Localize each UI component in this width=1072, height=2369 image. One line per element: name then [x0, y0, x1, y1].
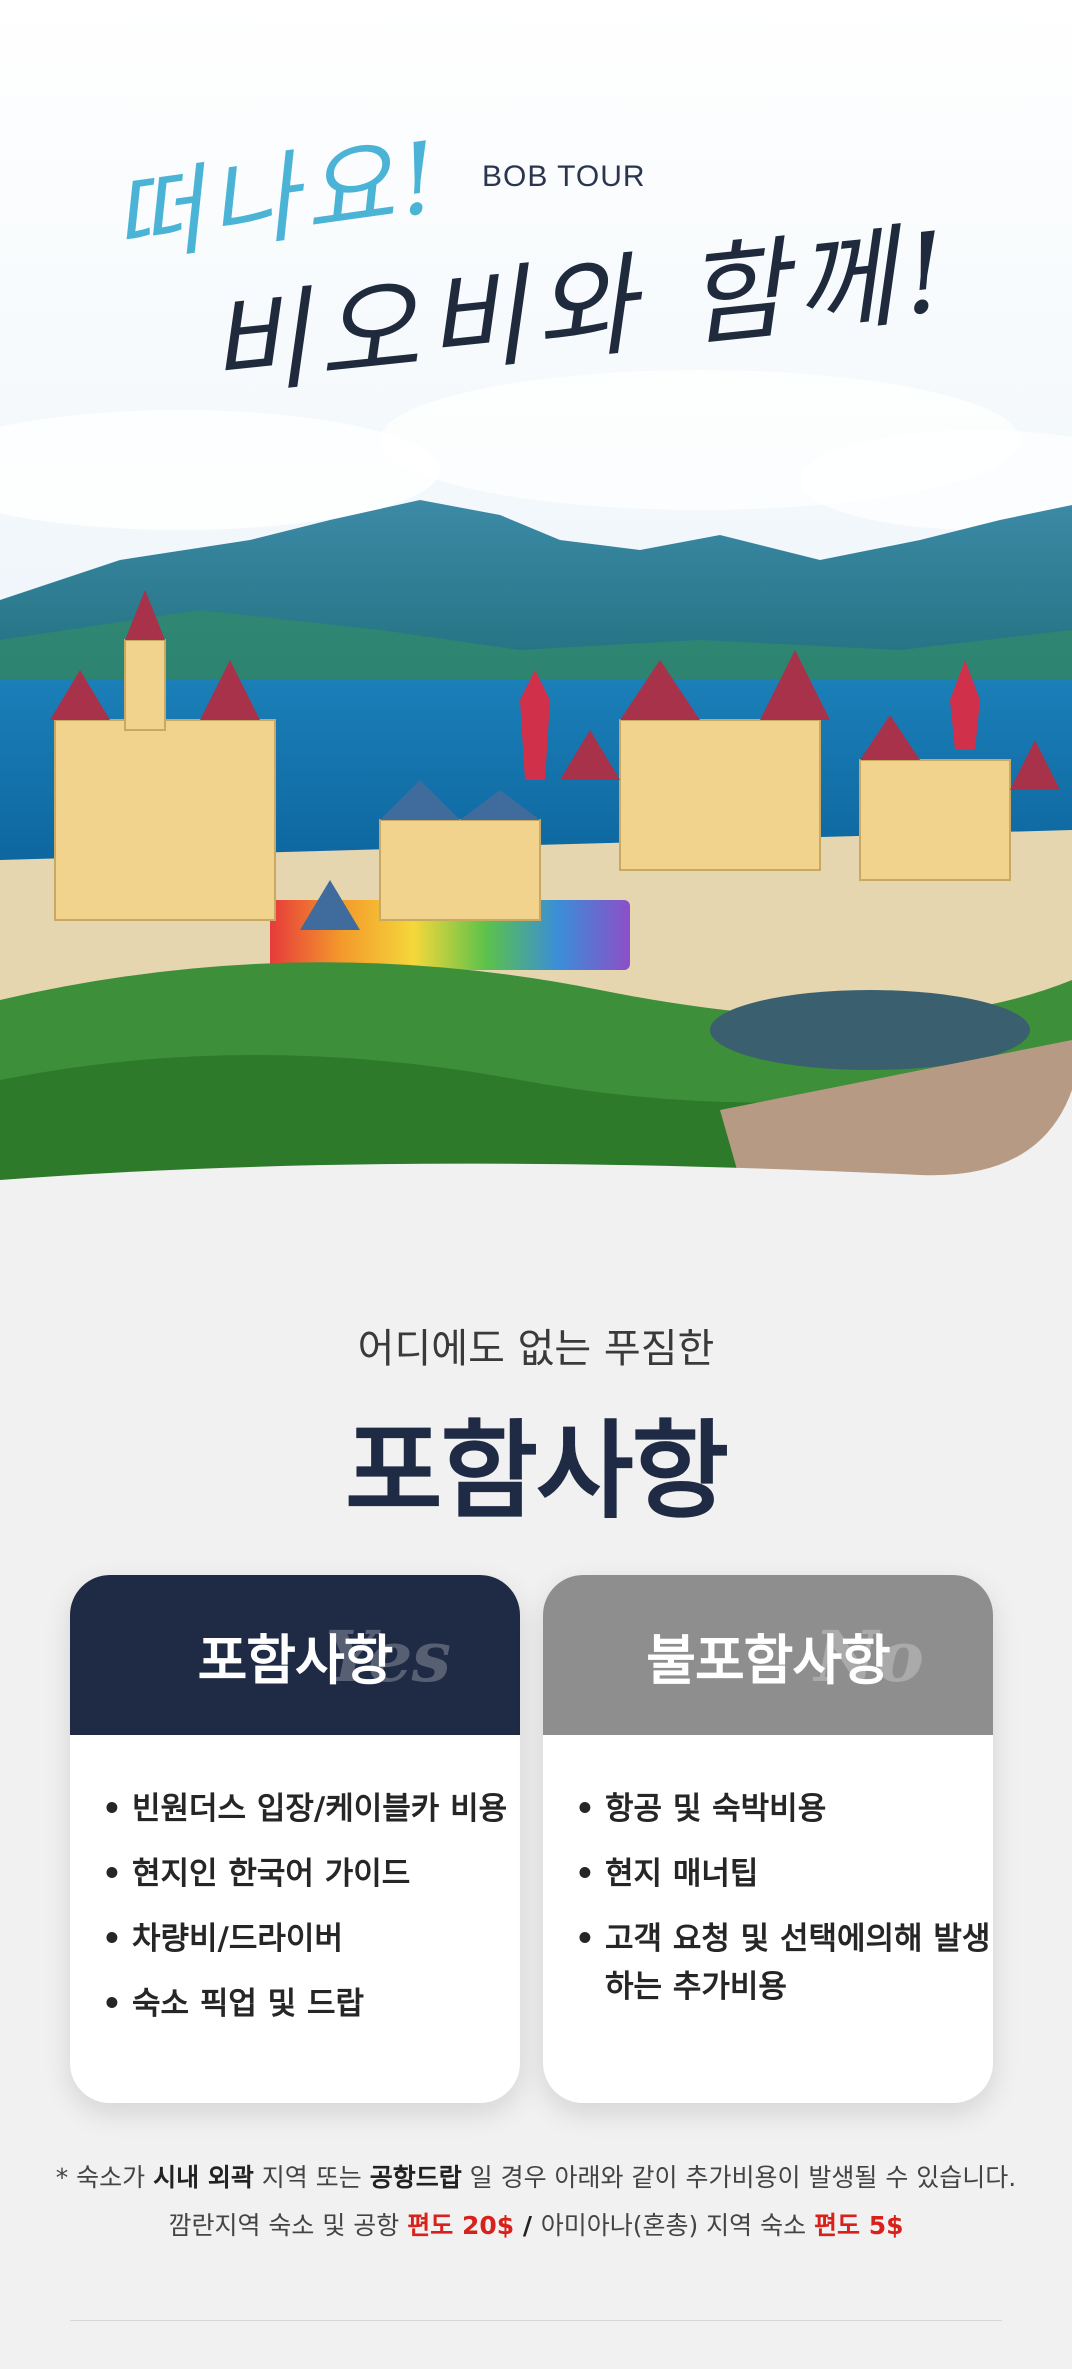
list-item: 항공 및 숙박비용	[575, 1785, 993, 1833]
included-header: Yes 포함사항	[70, 1575, 520, 1735]
included-card: Yes 포함사항 빈원더스 입장/케이블카 비용 현지인 한국어 가이드 차량비…	[70, 1575, 520, 2103]
section-subtitle: 어디에도 없는 푸짐한	[357, 1326, 715, 1372]
divider	[70, 2320, 1002, 2321]
brand-logo: BOB TOUR	[482, 160, 646, 194]
price-highlight: 편도 20$	[407, 2211, 515, 2240]
excluded-header: No 불포함사항	[543, 1575, 993, 1735]
extra-cost-prices: 깜란지역 숙소 및 공항 편도 20$ / 아미아나(혼총) 지역 숙소 편도 …	[0, 2206, 1072, 2242]
list-item: 고객 요청 및 선택에의해 발생하는 추가비용	[575, 1915, 993, 2011]
note-text: 깜란지역 숙소 및 공항	[168, 2211, 408, 2240]
list-item: 차량비/드라이버	[102, 1915, 520, 1963]
list-item: 숙소 픽업 및 드랍	[102, 1980, 520, 2028]
hero-banner: 떠나요! BOB TOUR 비오비와 함께!	[0, 0, 1072, 1245]
price-highlight: 편도 5$	[814, 2211, 904, 2240]
list-item: 현지 매너팁	[575, 1850, 993, 1898]
note-text: * 숙소가	[55, 2163, 154, 2192]
note-highlight: 시내 외곽	[153, 2163, 254, 2192]
included-ghost-text: Yes	[325, 1615, 451, 1698]
note-highlight: 공항드랍	[369, 2163, 462, 2192]
excluded-card: No 불포함사항 항공 및 숙박비용 현지 매너팁 고객 요청 및 선택에의해 …	[543, 1575, 993, 2103]
list-item: 빈원더스 입장/케이블카 비용	[102, 1785, 520, 1833]
note-text: 일 경우 아래와 같이 추가비용이 발생될 수 있습니다.	[461, 2163, 1017, 2192]
list-item: 현지인 한국어 가이드	[102, 1850, 520, 1898]
included-list: 빈원더스 입장/케이블카 비용 현지인 한국어 가이드 차량비/드라이버 숙소 …	[70, 1735, 520, 2028]
note-text: 아미아나(혼총) 지역 숙소	[540, 2211, 815, 2240]
extra-cost-note: * 숙소가 시내 외곽 지역 또는 공항드랍 일 경우 아래와 같이 추가비용이…	[0, 2158, 1072, 2194]
excluded-list: 항공 및 숙박비용 현지 매너팁 고객 요청 및 선택에의해 발생하는 추가비용	[543, 1735, 993, 2011]
brand-text: BOB TOUR	[482, 160, 646, 193]
note-text: 지역 또는	[253, 2163, 370, 2192]
section-title: 포함사항	[344, 1410, 729, 1533]
note-separator: /	[514, 2211, 541, 2240]
excluded-ghost-text: No	[814, 1615, 924, 1698]
